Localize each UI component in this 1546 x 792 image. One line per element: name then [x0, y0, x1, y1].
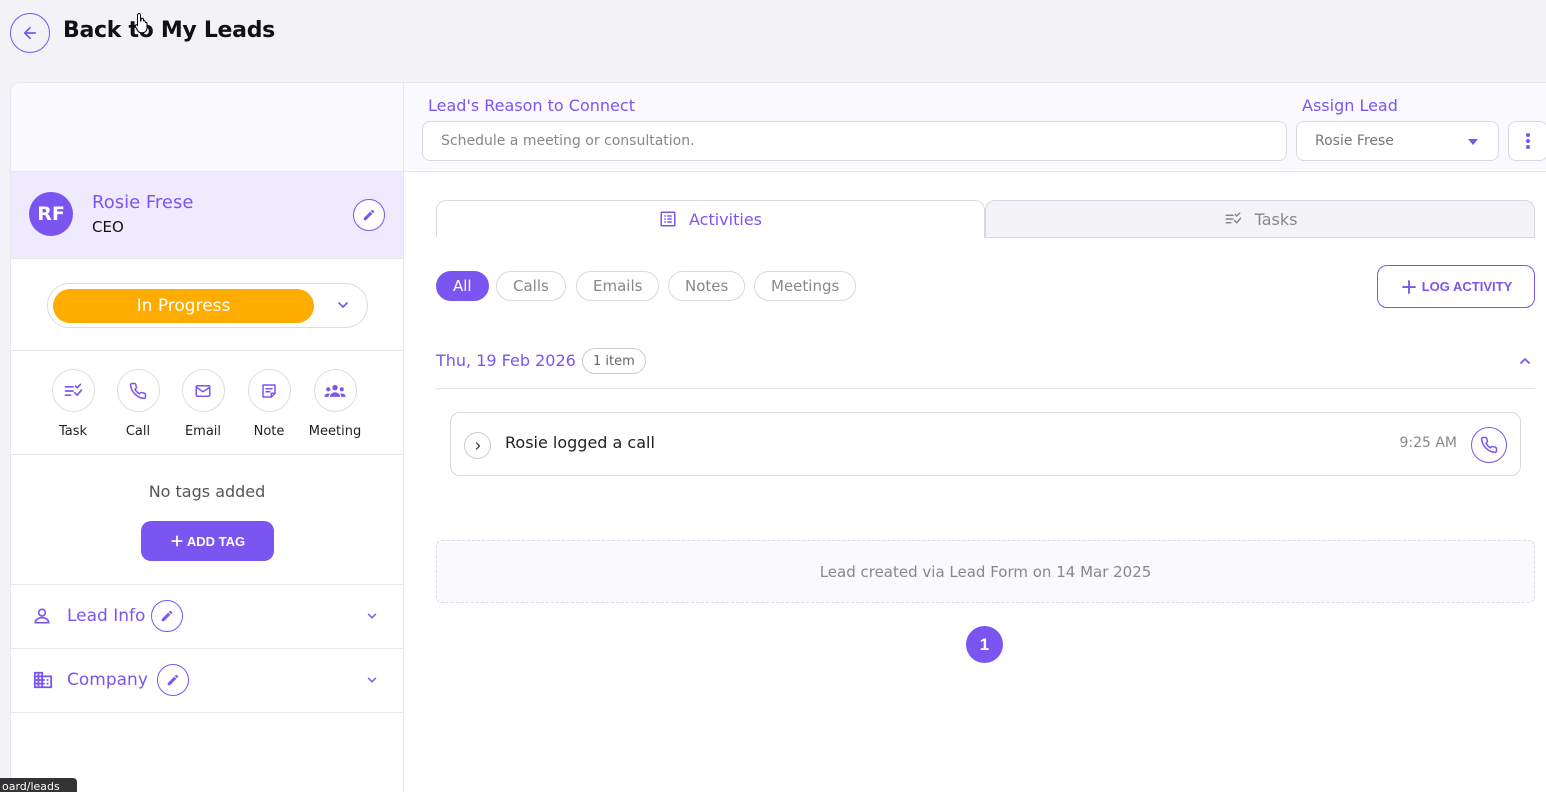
phone-icon: [1471, 427, 1507, 463]
lead-role: CEO: [92, 218, 124, 236]
status-section: In Progress: [11, 259, 403, 351]
caret-down-icon: [1468, 139, 1478, 145]
hand-cursor-icon: [134, 12, 150, 34]
note-icon: [262, 383, 276, 398]
log-activity-label: LOG ACTIVITY: [1421, 279, 1513, 294]
chevron-down-icon[interactable]: [365, 609, 379, 623]
filter-emails[interactable]: Emails: [576, 271, 660, 301]
main-panel: Lead's Reason to Connect Assign Lead Ros…: [404, 82, 1546, 792]
accordion-title[interactable]: Company: [67, 670, 148, 690]
tab-activities[interactable]: Activities: [436, 200, 985, 238]
phone-icon: [129, 382, 147, 399]
activity-text: Rosie logged a call: [505, 433, 655, 452]
add-tag-button[interactable]: ADD TAG: [141, 521, 274, 561]
accordion-lead-info[interactable]: Lead Info: [11, 585, 403, 649]
activity-time: 9:25 AM: [1399, 435, 1457, 451]
reason-label: Lead's Reason to Connect: [428, 96, 635, 115]
group-icon: [324, 384, 346, 397]
quick-action-email[interactable]: Email: [173, 369, 233, 439]
plus-icon: [1401, 279, 1416, 294]
status-select[interactable]: In Progress: [47, 283, 368, 328]
tab-tasks[interactable]: Tasks: [985, 200, 1535, 238]
quick-action-meeting[interactable]: Meeting: [305, 369, 365, 439]
accordion-title[interactable]: Lead Info: [67, 606, 145, 626]
assign-value: Rosie Frese: [1315, 133, 1394, 149]
quick-action-note[interactable]: Note: [239, 369, 299, 439]
plus-icon: [171, 535, 183, 547]
edit-lead-info-button[interactable]: [151, 600, 183, 632]
more-options-button[interactable]: [1508, 121, 1546, 161]
activity-item[interactable]: Rosie logged a call 9:25 AM: [450, 412, 1521, 476]
add-tag-label: ADD TAG: [186, 533, 246, 549]
filter-all[interactable]: All: [436, 271, 489, 301]
no-tags-text: No tags added: [148, 482, 266, 501]
filter-calls[interactable]: Calls: [496, 271, 566, 301]
status-pill[interactable]: In Progress: [53, 289, 314, 323]
url-tooltip: oard/leads: [0, 778, 77, 792]
assign-lead-select[interactable]: Rosie Frese: [1296, 121, 1499, 161]
accordion-company[interactable]: Company: [11, 649, 403, 713]
assign-label: Assign Lead: [1302, 96, 1398, 115]
reason-input[interactable]: [422, 121, 1287, 161]
tags-section: No tags added ADD TAG: [11, 455, 403, 585]
lead-sidebar: RF Rosie Frese CEO In Progress Task Call…: [10, 82, 404, 792]
task-list-icon: [1225, 212, 1241, 224]
group-date: Thu, 19 Feb 2026: [436, 351, 576, 370]
edit-company-button[interactable]: [157, 664, 189, 696]
chevron-down-icon[interactable]: [335, 297, 351, 313]
filter-notes[interactable]: Notes: [668, 271, 746, 301]
filter-meetings[interactable]: Meetings: [754, 271, 857, 301]
sidebar-top: [11, 83, 403, 172]
building-icon: [33, 671, 53, 689]
mail-icon: [195, 384, 211, 397]
chevron-right-icon[interactable]: [464, 432, 491, 459]
log-activity-button[interactable]: LOG ACTIVITY: [1377, 265, 1535, 308]
page-title[interactable]: Back to My Leads: [63, 18, 275, 43]
item-count-badge: 1 item: [582, 348, 646, 374]
quick-action-task[interactable]: Task: [43, 369, 103, 439]
quick-action-call[interactable]: Call: [108, 369, 168, 439]
lead-profile-card: RF Rosie Frese CEO: [11, 172, 403, 259]
lead-top-fields: Lead's Reason to Connect Assign Lead Ros…: [404, 83, 1546, 172]
task-list-icon: [64, 383, 83, 396]
pencil-icon: [161, 610, 173, 622]
pencil-icon: [363, 209, 375, 221]
list-icon: [660, 211, 676, 227]
pagination-page-1[interactable]: 1: [966, 626, 1003, 663]
quick-actions: Task Call Email Note Meeting: [11, 351, 403, 455]
quick-action-label: Email: [184, 424, 222, 439]
quick-action-label: Call: [125, 424, 151, 439]
tab-label: Activities: [689, 209, 762, 229]
avatar: RF: [29, 192, 73, 236]
activity-group-header: Thu, 19 Feb 2026 1 item: [436, 345, 1535, 389]
quick-action-label: Note: [253, 424, 285, 439]
person-icon: [34, 608, 50, 624]
arrow-left-icon: [23, 26, 37, 40]
lead-created-note: Lead created via Lead Form on 14 Mar 202…: [436, 540, 1535, 603]
edit-profile-button[interactable]: [353, 199, 385, 231]
pencil-icon: [167, 674, 179, 686]
quick-action-label: Meeting: [308, 424, 362, 439]
chevron-down-icon[interactable]: [365, 673, 379, 687]
quick-action-label: Task: [58, 424, 88, 439]
back-button[interactable]: [10, 13, 50, 53]
chevron-up-icon[interactable]: [1517, 353, 1533, 369]
lead-name: Rosie Frese: [92, 192, 194, 213]
tab-label: Tasks: [1254, 209, 1298, 229]
more-vertical-icon: [1526, 133, 1530, 149]
